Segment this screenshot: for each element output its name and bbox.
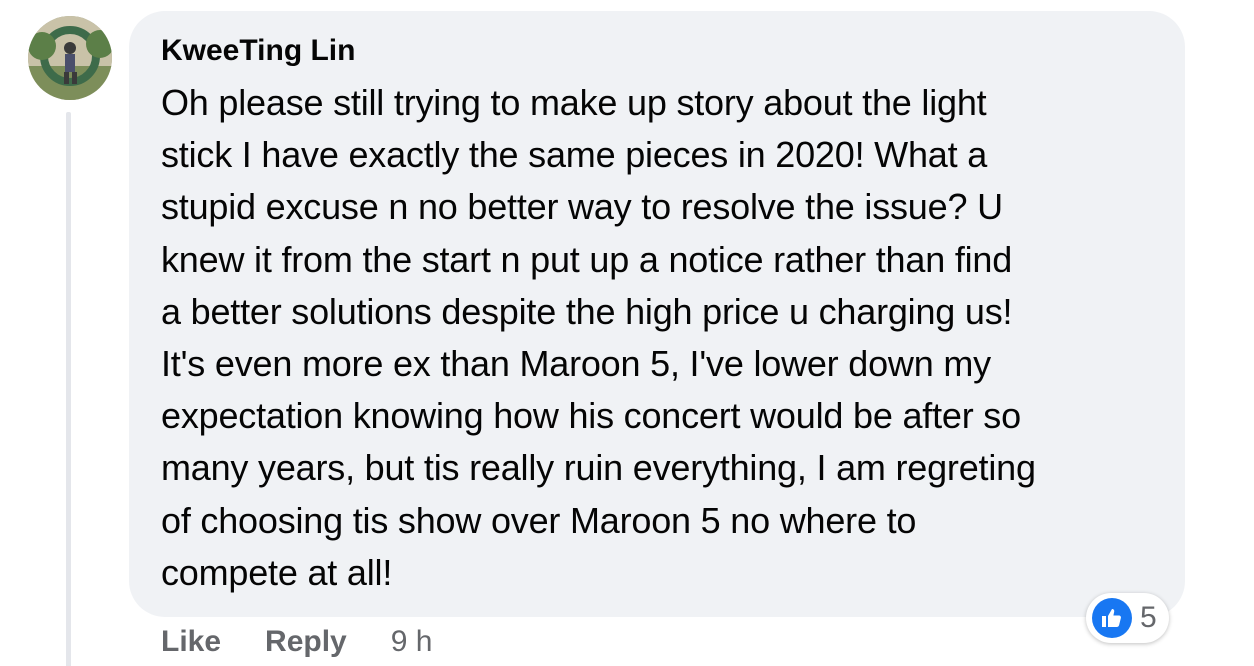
comment-container: KweeTing Lin Oh please still trying to m…	[0, 0, 1254, 666]
timestamp[interactable]: 9 h	[391, 625, 433, 659]
comment-actions: Like Reply 9 h	[161, 620, 432, 664]
avatar[interactable]	[28, 16, 112, 100]
reaction-summary[interactable]: 5	[1086, 593, 1169, 643]
comment-text-line: a better solutions despite the high pric…	[161, 290, 1013, 332]
comment-text-line: Oh please still trying to make up story …	[161, 82, 987, 123]
comment-text-line: expectation knowing how his concert woul…	[161, 395, 1021, 437]
reply-button[interactable]: Reply	[265, 625, 347, 659]
comment-text-line: many years, but tis really ruin everythi…	[161, 447, 1036, 489]
thread-line	[66, 112, 71, 666]
comment-text-line: It's even more ex than Maroon 5, I've lo…	[161, 343, 991, 385]
comment-text-line: stupid excuse n no better way to resolve…	[161, 186, 1003, 228]
comment-text-line: stick I have exactly the same pieces in …	[161, 134, 988, 176]
thumbs-up-icon	[1092, 598, 1132, 638]
comment-text-line: of choosing tis show over Maroon 5 no wh…	[161, 499, 917, 541]
comment-text-line: knew it from the start n put up a notice…	[161, 238, 1013, 280]
comment-text: Oh please still trying to make up story …	[161, 77, 1155, 599]
reaction-count: 5	[1140, 601, 1157, 634]
comment-author[interactable]: KweeTing Lin	[161, 31, 1155, 71]
comment-text-line: compete at all!	[161, 551, 393, 593]
like-button[interactable]: Like	[161, 625, 221, 659]
comment-bubble: KweeTing Lin Oh please still trying to m…	[129, 11, 1185, 617]
avatar-photo	[28, 16, 112, 100]
